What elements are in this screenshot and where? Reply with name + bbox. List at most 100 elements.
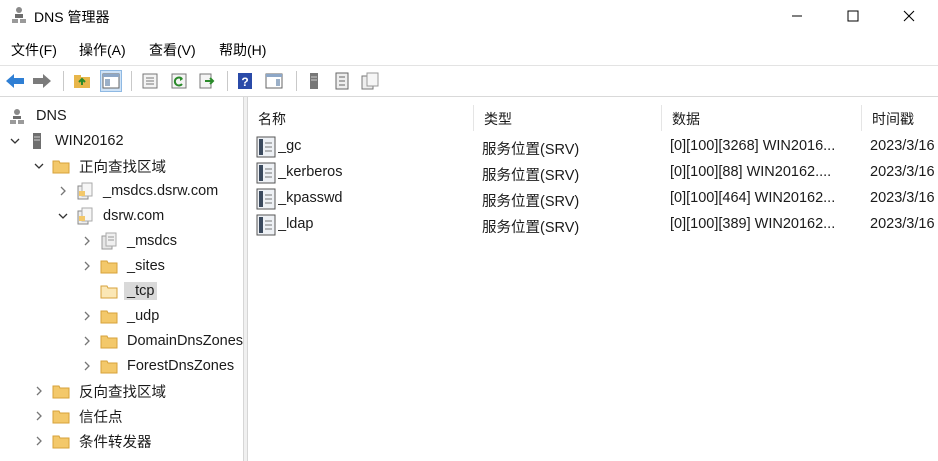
tree-item-msdcs-delegation[interactable]: _msdcs xyxy=(80,229,180,253)
folder-icon xyxy=(52,408,70,424)
record-list-icon xyxy=(335,72,349,90)
record-type: 服务位置(SRV) xyxy=(482,194,580,210)
tree-item-label: _msdcs.dsrw.com xyxy=(103,183,219,199)
tree-item-msdcs-zone[interactable]: _msdcs.dsrw.com xyxy=(56,179,221,203)
record-list: 名称 类型 数据 时间戳 _gc 服务位置(SRV) [0][100][3268… xyxy=(248,101,938,461)
tree-item-label: DNS xyxy=(36,108,67,124)
tree-item-domaindnszones[interactable]: DomainDnsZones xyxy=(80,329,243,353)
column-header-type[interactable]: 类型 xyxy=(474,105,662,131)
maximize-button[interactable] xyxy=(830,0,876,32)
chevron-right-icon[interactable] xyxy=(56,184,70,198)
record-icon xyxy=(256,162,276,184)
tree-item-server[interactable]: WIN20162 xyxy=(8,129,127,153)
record-data: [0][100][3268] WIN2016... xyxy=(670,138,836,154)
server-button[interactable] xyxy=(303,70,325,92)
show-hide-tree-button[interactable] xyxy=(100,70,122,92)
menu-bar: 文件(F) 操作(A) 查看(V) 帮助(H) xyxy=(0,36,938,62)
folder-icon xyxy=(52,158,70,174)
help-icon: ? xyxy=(238,73,252,89)
properties-button[interactable] xyxy=(139,70,161,92)
tree-item-label: ForestDnsZones xyxy=(127,358,235,374)
toolbar-separator xyxy=(227,71,228,91)
chevron-right-icon[interactable] xyxy=(32,384,46,398)
record-icon xyxy=(256,136,276,158)
minimize-button[interactable] xyxy=(774,0,820,32)
server-icon xyxy=(28,133,46,149)
chevron-down-icon[interactable] xyxy=(8,134,22,148)
record-type: 服务位置(SRV) xyxy=(482,220,580,236)
chevron-right-icon[interactable] xyxy=(80,234,94,248)
chevron-right-icon[interactable] xyxy=(32,409,46,423)
zone-icon xyxy=(76,182,94,200)
tree-item-label: 信任点 xyxy=(79,409,123,426)
record-name: _gc xyxy=(278,138,302,154)
tree-item-conditional-forwarders[interactable]: 条件转发器 xyxy=(32,429,155,453)
forward-button[interactable] xyxy=(31,70,53,92)
menu-view[interactable]: 查看(V) xyxy=(149,40,196,60)
tree-item-forward-lookup-zones[interactable]: 正向查找区域 xyxy=(32,154,169,178)
column-header-data[interactable]: 数据 xyxy=(662,105,862,131)
tree-item-dsrw-zone[interactable]: dsrw.com xyxy=(56,204,167,228)
toolbar-separator xyxy=(296,71,297,91)
tree-item-sites[interactable]: _sites xyxy=(80,254,168,278)
list-item[interactable]: _gc 服务位置(SRV) [0][100][3268] WIN2016... … xyxy=(248,134,938,160)
help-button[interactable]: ? xyxy=(234,70,256,92)
folder-icon xyxy=(100,358,118,374)
chevron-right-icon[interactable] xyxy=(80,334,94,348)
column-header-timestamp[interactable]: 时间戳 xyxy=(862,105,938,131)
menu-help[interactable]: 帮助(H) xyxy=(219,40,266,60)
refresh-button[interactable] xyxy=(168,70,190,92)
tree-item-label: 条件转发器 xyxy=(79,434,152,451)
list-item[interactable]: _kpasswd 服务位置(SRV) [0][100][464] WIN2016… xyxy=(248,186,938,212)
tree-item-label: _udp xyxy=(127,308,160,324)
zone-button[interactable] xyxy=(359,70,381,92)
list-item[interactable]: _ldap 服务位置(SRV) [0][100][389] WIN20162..… xyxy=(248,212,938,238)
record-name: _ldap xyxy=(278,216,314,232)
maximize-icon xyxy=(847,10,859,22)
tree-item-forestdnszones[interactable]: ForestDnsZones xyxy=(80,354,237,378)
tree-item-tcp[interactable]: _tcp xyxy=(80,279,158,303)
show-hide-action-pane-button[interactable] xyxy=(263,70,285,92)
tree-item-reverse-lookup-zones[interactable]: 反向查找区域 xyxy=(32,379,169,403)
tree-item-udp[interactable]: _udp xyxy=(80,304,162,328)
zone-icon xyxy=(76,207,94,225)
export-list-icon xyxy=(199,73,215,89)
chevron-right-icon[interactable] xyxy=(80,309,94,323)
tree-item-trust-points[interactable]: 信任点 xyxy=(32,404,126,428)
zone-icon xyxy=(361,72,379,90)
title-bar: DNS 管理器 xyxy=(0,0,938,32)
folder-icon xyxy=(52,433,70,449)
properties-icon xyxy=(142,73,158,89)
record-name: _kerberos xyxy=(278,164,343,180)
menu-action[interactable]: 操作(A) xyxy=(79,40,126,60)
chevron-right-icon[interactable] xyxy=(80,359,94,373)
record-timestamp: 2023/3/16 xyxy=(870,164,935,180)
close-icon xyxy=(903,10,915,22)
toolbar-separator xyxy=(131,71,132,91)
record-list-button[interactable] xyxy=(331,70,353,92)
record-data: [0][100][464] WIN20162... xyxy=(670,190,836,206)
record-icon xyxy=(256,188,276,210)
back-button[interactable] xyxy=(4,70,26,92)
column-header-name[interactable]: 名称 xyxy=(248,105,474,131)
folder-icon xyxy=(100,308,118,324)
tree-item-dns[interactable]: DNS xyxy=(8,104,70,128)
forward-arrow-icon xyxy=(33,74,51,88)
chevron-right-icon[interactable] xyxy=(32,434,46,448)
record-type: 服务位置(SRV) xyxy=(482,142,580,158)
chevron-down-icon[interactable] xyxy=(32,159,46,173)
up-one-level-button[interactable] xyxy=(71,70,93,92)
tree-item-label: _sites xyxy=(127,258,165,274)
tree-item-label: _tcp xyxy=(124,282,158,300)
tree-item-label: DomainDnsZones xyxy=(127,333,243,349)
list-item[interactable]: _kerberos 服务位置(SRV) [0][100][88] WIN2016… xyxy=(248,160,938,186)
close-button[interactable] xyxy=(886,0,932,32)
console-tree: DNS WIN20162 正向查找区域 _msdcs.dsrw.com dsrw… xyxy=(0,101,243,461)
menu-file[interactable]: 文件(F) xyxy=(11,40,57,60)
chevron-down-icon[interactable] xyxy=(56,209,70,223)
record-timestamp: 2023/3/16 xyxy=(870,190,935,206)
export-list-button[interactable] xyxy=(196,70,218,92)
chevron-right-icon[interactable] xyxy=(80,259,94,273)
tree-item-label: WIN20162 xyxy=(55,133,124,149)
